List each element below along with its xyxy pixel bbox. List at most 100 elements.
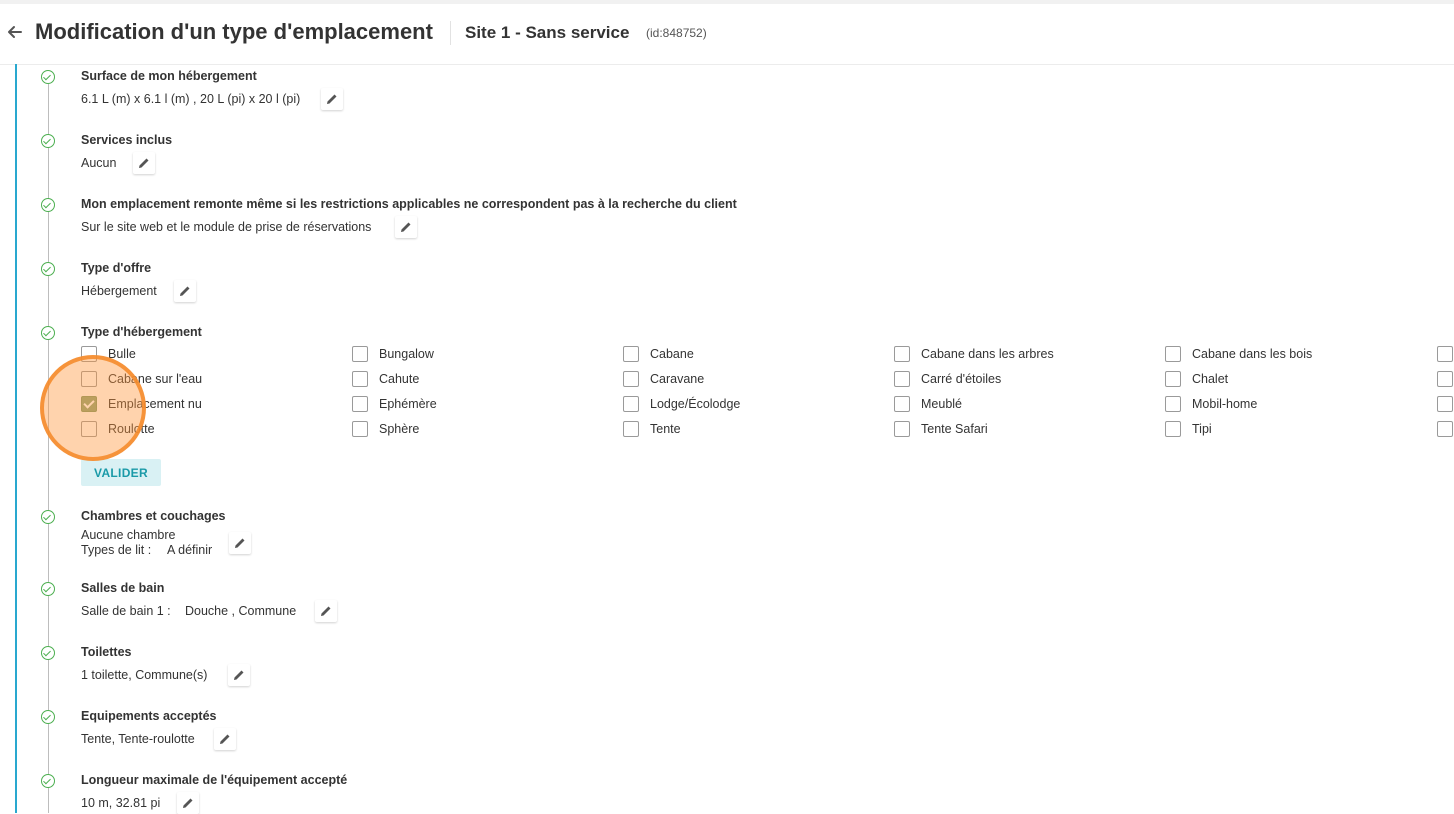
pencil-icon — [234, 670, 244, 680]
accommodation-checkbox[interactable] — [81, 371, 97, 387]
accommodation-option-label[interactable]: Caravane — [650, 372, 704, 386]
pencil-icon — [180, 286, 190, 296]
step-title: Toilettes — [81, 645, 132, 659]
site-name: Site 1 - Sans service — [465, 23, 630, 42]
step-title: Surface de mon hébergement — [81, 69, 257, 83]
accommodation-checkbox[interactable] — [352, 396, 368, 412]
step-title: Chambres et couchages — [81, 509, 226, 523]
edit-surface-button[interactable] — [321, 88, 343, 110]
pencil-icon — [327, 94, 337, 104]
step-value: Tente, Tente-roulotte — [81, 732, 195, 746]
pencil-icon — [220, 734, 230, 744]
checkbox-cut-off[interactable] — [1437, 371, 1453, 387]
edit-visibility-button[interactable] — [395, 216, 417, 238]
accommodation-option-label[interactable]: Roulotte — [108, 422, 155, 436]
check-circle-icon — [41, 262, 55, 276]
pencil-icon — [321, 606, 331, 616]
check-circle-icon — [41, 774, 55, 788]
step-title: Type d'hébergement — [81, 325, 202, 339]
page-header: Modification d'un type d'emplacement Sit… — [0, 4, 1454, 65]
checkbox-cut-off[interactable] — [1437, 346, 1453, 362]
step-title: Salles de bain — [81, 581, 165, 595]
bed-types-label: Types de lit : — [81, 543, 152, 557]
accommodation-checkbox[interactable] — [1165, 396, 1181, 412]
edit-offer-type-button[interactable] — [174, 280, 196, 302]
bathroom-label: Salle de bain 1 : — [81, 604, 171, 618]
step-value: Hébergement — [81, 284, 157, 298]
accommodation-checkbox[interactable] — [623, 396, 639, 412]
site-id: (id:848752) — [646, 26, 707, 40]
accommodation-checkbox[interactable] — [894, 396, 910, 412]
accommodation-option-label[interactable]: Sphère — [379, 422, 419, 436]
step-value: Sur le site web et le module de prise de… — [81, 220, 372, 234]
left-accent-bar — [15, 64, 17, 813]
edit-toilets-button[interactable] — [228, 664, 250, 686]
accommodation-checkbox[interactable] — [352, 371, 368, 387]
accommodation-option-label[interactable]: Cabane sur l'eau — [108, 372, 202, 386]
step-title: Mon emplacement remonte même si les rest… — [81, 197, 737, 211]
accommodation-checkbox[interactable] — [1165, 371, 1181, 387]
check-circle-icon — [41, 710, 55, 724]
accommodation-option-label[interactable]: Ephémère — [379, 397, 437, 411]
step-title: Type d'offre — [81, 261, 152, 275]
accommodation-option-label[interactable]: Cabane dans les bois — [1192, 347, 1312, 361]
accommodation-option-label[interactable]: Mobil-home — [1192, 397, 1257, 411]
check-circle-icon — [41, 198, 55, 212]
accommodation-checkbox[interactable] — [81, 346, 97, 362]
accommodation-option-label[interactable]: Bungalow — [379, 347, 434, 361]
checkbox-cut-off[interactable] — [1437, 421, 1453, 437]
edit-rooms-button[interactable] — [229, 532, 251, 554]
back-arrow-icon[interactable] — [5, 22, 25, 42]
pencil-icon — [139, 158, 149, 168]
accommodation-option-label[interactable]: Cabane — [650, 347, 694, 361]
edit-max-length-button[interactable] — [177, 792, 199, 814]
check-circle-icon — [41, 70, 55, 84]
step-value: 6.1 L (m) x 6.1 l (m) , 20 L (pi) x 20 l… — [81, 92, 301, 106]
bed-types-value: A définir — [167, 543, 213, 557]
step-value: Douche , Commune — [185, 604, 297, 618]
accommodation-option-label[interactable]: Tipi — [1192, 422, 1212, 436]
accommodation-option-label[interactable]: Tente Safari — [921, 422, 988, 436]
step-title: Longueur maximale de l'équipement accept… — [81, 773, 348, 787]
pencil-icon — [401, 222, 411, 232]
accommodation-checkbox[interactable] — [1165, 421, 1181, 437]
accommodation-checkbox[interactable] — [623, 371, 639, 387]
timeline-line — [48, 84, 49, 813]
edit-services-button[interactable] — [133, 152, 155, 174]
step-title: Services inclus — [81, 133, 173, 147]
accommodation-option-label[interactable]: Meublé — [921, 397, 962, 411]
accommodation-checkbox[interactable] — [894, 346, 910, 362]
accommodation-checkbox[interactable] — [81, 396, 97, 412]
accommodation-option-label[interactable]: Lodge/Écolodge — [650, 397, 740, 411]
edit-bathrooms-button[interactable] — [315, 600, 337, 622]
accommodation-option-label[interactable]: Cahute — [379, 372, 419, 386]
accommodation-option-label[interactable]: Chalet — [1192, 372, 1228, 386]
accommodation-checkbox[interactable] — [623, 346, 639, 362]
step-value: Aucune chambre — [81, 528, 176, 542]
accommodation-option-label[interactable]: Cabane dans les arbres — [921, 347, 1054, 361]
page-title: Modification d'un type d'emplacement — [35, 19, 433, 44]
step-value: Aucun — [81, 156, 117, 170]
accommodation-option-label[interactable]: Bulle — [108, 347, 136, 361]
valider-button[interactable]: VALIDER — [81, 459, 161, 486]
step-value: 10 m, 32.81 pi — [81, 796, 161, 810]
accommodation-option-label[interactable]: Carré d'étoiles — [921, 372, 1001, 386]
checkbox-cut-off[interactable] — [1437, 396, 1453, 412]
check-circle-icon — [41, 510, 55, 524]
accommodation-checkbox[interactable] — [894, 371, 910, 387]
accommodation-checkbox[interactable] — [81, 421, 97, 437]
edit-equipment-button[interactable] — [214, 728, 236, 750]
check-circle-icon — [41, 646, 55, 660]
step-title: Equipements acceptés — [81, 709, 217, 723]
accommodation-checkbox[interactable] — [1165, 346, 1181, 362]
title-divider — [450, 21, 451, 45]
accommodation-option-label[interactable]: Emplacement nu — [108, 397, 202, 411]
accommodation-checkbox[interactable] — [352, 421, 368, 437]
step-value: 1 toilette, Commune(s) — [81, 668, 208, 682]
pencil-icon — [183, 798, 193, 808]
check-circle-icon — [41, 326, 55, 340]
accommodation-checkbox[interactable] — [894, 421, 910, 437]
accommodation-checkbox[interactable] — [623, 421, 639, 437]
accommodation-option-label[interactable]: Tente — [650, 422, 681, 436]
accommodation-checkbox[interactable] — [352, 346, 368, 362]
